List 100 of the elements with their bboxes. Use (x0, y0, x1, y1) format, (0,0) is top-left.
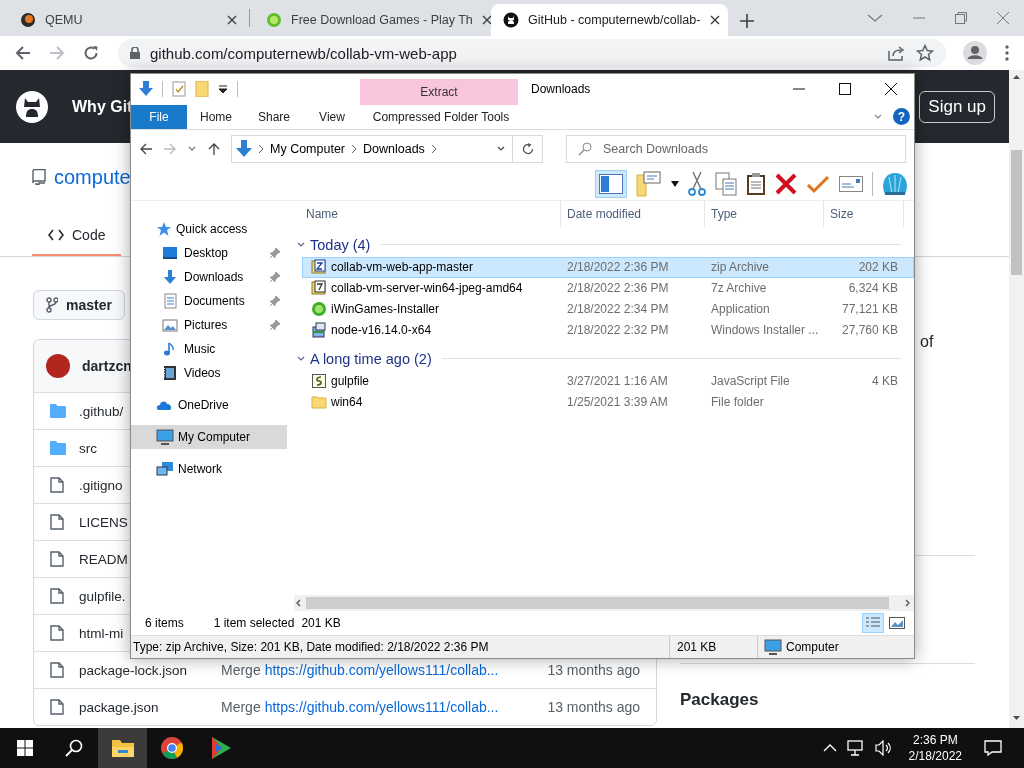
share-icon[interactable] (888, 45, 906, 61)
file-name: collab-vm-server-win64-jpeg-amd64 (331, 281, 523, 296)
back-arrow-icon[interactable] (15, 45, 31, 61)
file-name[interactable]: html-mi (79, 625, 124, 641)
file-name[interactable]: LICENS (79, 514, 128, 530)
taskbar-app[interactable] (98, 728, 147, 768)
github-logo-icon[interactable] (16, 90, 48, 123)
nav-item[interactable]: OneDrive (131, 392, 287, 417)
bookmark-star-icon[interactable] (916, 44, 934, 62)
volume-icon[interactable] (874, 740, 893, 756)
dropdown-caret-icon[interactable] (671, 180, 679, 187)
shell-icon[interactable] (882, 170, 908, 197)
script-icon (311, 373, 327, 390)
avatar[interactable] (46, 354, 70, 378)
signup-button[interactable]: Sign up (919, 90, 995, 123)
network-icon[interactable] (846, 740, 865, 756)
file-name[interactable]: package.json (79, 699, 159, 715)
profile-icon[interactable] (963, 41, 987, 65)
branch-button[interactable]: master (33, 290, 125, 320)
file-name[interactable]: package-lock.json (79, 662, 188, 678)
clipboard-icon[interactable] (746, 171, 766, 196)
vertical-scrollbar[interactable] (1009, 70, 1024, 728)
repo-name[interactable]: compute (54, 165, 131, 189)
large-icons-view-icon (889, 616, 905, 631)
file-date: 2/18/2022 2:32 PM (566, 323, 670, 338)
commit-author[interactable]: dartzcn (82, 358, 132, 374)
file-name[interactable]: gulpfile. (79, 588, 126, 604)
nav-item[interactable]: Pictures (131, 312, 287, 337)
file-row[interactable]: win64 1/25/2021 3:39 AM File folder (302, 391, 914, 413)
code-tab[interactable]: Code (32, 216, 122, 256)
download-arrow-icon[interactable] (139, 81, 153, 98)
search-field[interactable]: Search Downloads (566, 134, 906, 163)
file-row[interactable]: collab-vm-web-app-master 2/18/2022 2:36 PM zip Archive 202 KB (302, 256, 914, 278)
file-row[interactable]: iWinGames-Installer 2/18/2022 2:34 PM Application 77,121 KB (302, 298, 914, 320)
menu-icon[interactable] (1005, 45, 1009, 61)
browser-tab[interactable]: GitHub - computernewb/collab- (491, 4, 728, 36)
nav-item[interactable]: Music (131, 336, 287, 361)
nav-item[interactable]: Network (131, 456, 287, 481)
play-triangle-icon (209, 736, 232, 760)
commit-link[interactable]: https://github.com/yellows111/collab... (264, 699, 499, 715)
file-date: 2/18/2022 2:34 PM (566, 302, 670, 317)
close-icon[interactable] (710, 15, 720, 25)
chevron-right-icon (258, 143, 264, 154)
chevron-up-icon[interactable] (822, 743, 837, 753)
column-header[interactable]: Size (824, 200, 904, 227)
browser-tab[interactable]: Free Download Games - Play Th (254, 4, 491, 36)
commit-message: Merge (221, 662, 261, 678)
delete-icon[interactable] (775, 172, 797, 195)
help-button[interactable]: ? (893, 108, 910, 126)
envelope-icon[interactable] (839, 175, 863, 192)
ribbon-tab[interactable]: View (303, 104, 361, 129)
group-header[interactable]: Today (4) (310, 236, 371, 253)
up-arrow-icon[interactable] (207, 141, 221, 156)
clock[interactable]: 2:36 PM 2/18/2022 (902, 732, 974, 764)
ribbon-tab[interactable]: Share (245, 104, 303, 129)
nav-item[interactable]: Documents (131, 288, 287, 313)
chrome-icon (159, 736, 184, 760)
file-name[interactable]: READM (79, 551, 128, 567)
file-name[interactable]: .gitigno (79, 477, 123, 493)
breadcrumb-item[interactable]: Downloads (363, 141, 425, 156)
properties-icon[interactable] (172, 81, 186, 98)
nav-item[interactable]: Downloads (131, 264, 287, 289)
preview-pane-button[interactable] (595, 169, 627, 198)
file-row[interactable]: collab-vm-server-win64-jpeg-amd64 2/18/2022 2:36 PM 7z Archive 6,324 KB (302, 277, 914, 299)
address-bar[interactable]: My Computer Downloads (231, 134, 513, 163)
repo-icon (32, 169, 46, 185)
nav-item[interactable]: My Computer (131, 424, 287, 449)
nav-item[interactable]: Videos (131, 360, 287, 385)
restore-icon[interactable] (955, 12, 967, 24)
new-tab-icon[interactable] (740, 14, 754, 28)
folder-options-icon[interactable] (636, 170, 662, 197)
close-icon[interactable] (481, 15, 492, 25)
refresh-button[interactable] (513, 134, 543, 163)
file-name[interactable]: src (79, 440, 97, 456)
notification-icon[interactable] (984, 740, 1002, 756)
file-row[interactable]: gulpfile 3/27/2021 1:16 AM JavaScript File 4 KB (302, 370, 914, 392)
nav-item[interactable]: Quick access (131, 216, 287, 241)
checkmark-icon[interactable] (806, 173, 830, 194)
scissors-icon[interactable] (688, 170, 706, 197)
file-icon (50, 662, 64, 678)
horizontal-scrollbar[interactable] (294, 595, 914, 612)
reload-icon[interactable] (83, 45, 99, 61)
breadcrumb-item[interactable]: My Computer (270, 141, 346, 156)
commit-link[interactable]: https://github.com/yellows111/collab... (264, 662, 499, 678)
dropdown-icon[interactable] (218, 84, 228, 95)
ribbon-tab[interactable]: Compressed Folder Tools (362, 104, 520, 129)
file-date: 2/18/2022 2:36 PM (566, 260, 670, 275)
column-header[interactable]: Name (294, 200, 561, 227)
ribbon-tab[interactable]: Home (187, 104, 245, 129)
column-header[interactable]: Date modified (561, 200, 705, 227)
file-row[interactable]: node-v16.14.0-x64 2/18/2022 2:32 PM Windows Installer ... 27,760 KB (302, 319, 914, 341)
close-icon[interactable] (227, 15, 237, 25)
column-header[interactable]: Type (705, 200, 824, 227)
back-arrow-icon[interactable] (139, 141, 153, 156)
file-name[interactable]: .github/ (79, 403, 124, 419)
address-bar[interactable]: github.com/computernewb/collab-vm-web-app (118, 39, 946, 67)
nav-item[interactable]: Desktop (131, 240, 287, 265)
browser-tab[interactable]: QEMU (8, 4, 245, 36)
group-header[interactable]: A long time ago (2) (310, 350, 432, 367)
windows-logo-icon (16, 740, 33, 756)
